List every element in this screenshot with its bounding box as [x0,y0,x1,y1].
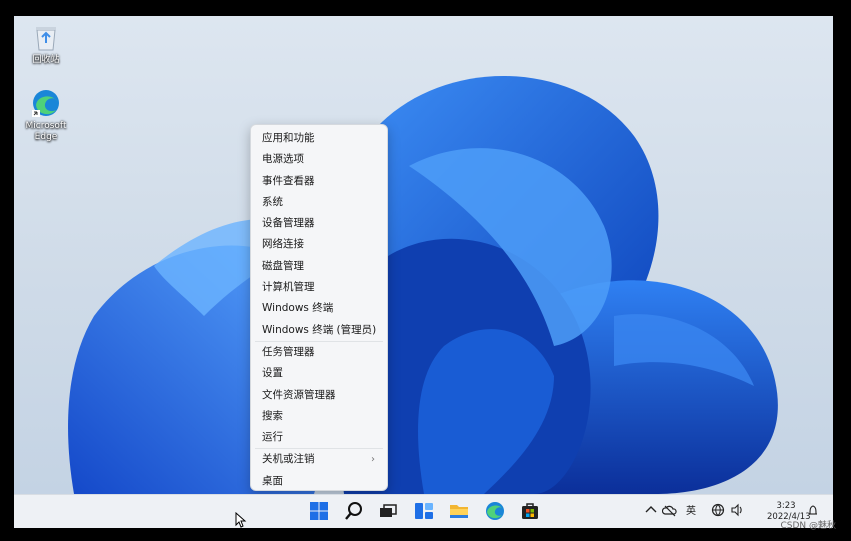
mouse-cursor-icon [235,512,247,528]
menu-item-desktop[interactable]: 桌面 [251,471,387,492]
menu-item-event-viewer[interactable]: 事件查看器 [251,171,387,192]
input-method-indicator[interactable]: 英 [686,495,696,528]
menu-item-shutdown-signout[interactable]: 关机或注销 › [251,449,387,470]
desktop-icon-label: Microsoft Edge [25,121,67,142]
task-view-icon[interactable] [378,501,398,521]
menu-item-power-options[interactable]: 电源选项 [251,149,387,170]
clock-time: 3:23 [776,501,796,511]
chevron-up-icon[interactable] [644,503,658,517]
desktop-icon-label: 回收站 [32,55,60,65]
volume-icon[interactable] [730,503,744,517]
menu-item-run[interactable]: 运行 [251,427,387,448]
menu-item-windows-terminal-admin[interactable]: Windows 终端 (管理员) [251,320,387,341]
menu-item-apps-features[interactable]: 应用和功能 [251,128,387,149]
menu-item-task-manager[interactable]: 任务管理器 [251,342,387,363]
menu-item-windows-terminal[interactable]: Windows 终端 [251,298,387,319]
bloom-wallpaper [68,76,778,494]
desktop-icon-recycle-bin[interactable]: 回收站 [15,24,77,66]
menu-item-device-manager[interactable]: 设备管理器 [251,213,387,234]
menu-item-settings[interactable]: 设置 [251,363,387,384]
desktop-icon-edge[interactable]: Microsoft Edge [15,88,77,143]
store-icon[interactable] [520,501,540,521]
taskbar: 英 3:23 2022/4/13 [14,494,833,528]
menu-item-disk-management[interactable]: 磁盘管理 [251,256,387,277]
menu-item-system[interactable]: 系统 [251,192,387,213]
search-icon[interactable] [344,501,364,521]
start-icon[interactable] [309,501,329,521]
network-icon[interactable] [711,503,725,517]
onedrive-icon[interactable] [662,503,678,517]
menu-item-computer-management[interactable]: 计算机管理 [251,277,387,298]
winx-context-menu: 应用和功能 电源选项 事件查看器 系统 设备管理器 网络连接 磁盘管理 计算机管… [250,124,388,491]
file-explorer-icon[interactable] [449,501,469,521]
widgets-icon[interactable] [414,501,434,521]
menu-item-file-explorer[interactable]: 文件资源管理器 [251,385,387,406]
menu-item-search[interactable]: 搜索 [251,406,387,427]
chevron-right-icon: › [371,454,375,466]
recycle-bin-icon [36,27,56,51]
edge-icon[interactable] [485,501,505,521]
notification-icon[interactable] [806,503,820,517]
desktop: 回收站 Microsoft Edge [14,16,833,494]
edge-icon [32,90,59,117]
watermark: CSDN @魅秋 [780,521,836,531]
menu-item-label: 关机或注销 [262,453,315,466]
menu-item-network-connections[interactable]: 网络连接 [251,234,387,255]
